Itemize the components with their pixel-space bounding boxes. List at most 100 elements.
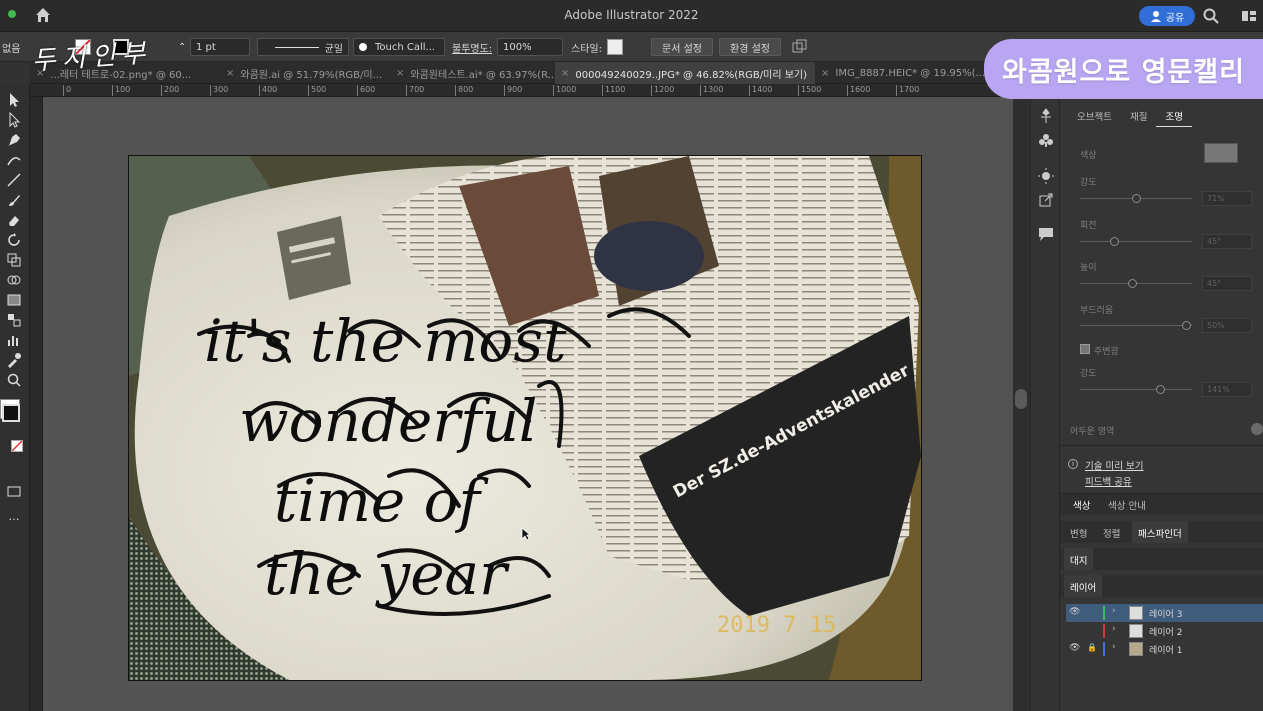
visibility-eye-icon[interactable]: 👁 [1069,643,1080,653]
graphic-style-swatch[interactable] [607,39,623,55]
rotate-tool-icon[interactable] [5,232,23,248]
dark-area-label[interactable]: 어두운 영역 [1070,424,1114,437]
intensity-slider[interactable] [1080,194,1192,203]
selection-tool-icon[interactable] [5,92,23,108]
tab-color[interactable]: 색상 [1073,498,1090,512]
slider-knob[interactable] [1156,385,1165,394]
eraser-tool-icon[interactable] [5,212,23,228]
expand-chevron-icon[interactable]: › [1112,606,1116,616]
opacity-field[interactable]: 100% [497,38,563,56]
ambient-intensity-value[interactable]: 141% [1202,382,1252,397]
sun-icon[interactable] [1037,167,1055,185]
eyedropper-tool-icon[interactable] [5,352,23,368]
ruler-tick-label: 1700 [896,85,919,96]
tab-document-5[interactable]: × IMG_8887.HEIC* @ 19.95%(... [815,62,1000,84]
curvature-tool-icon[interactable] [5,152,23,168]
close-tab-icon[interactable]: × [226,68,234,79]
vertical-ruler[interactable] [30,97,43,711]
dark-area-toggle[interactable] [1251,423,1263,435]
artboard[interactable]: Der SZ.de-Adventskalender it's the most … [129,156,921,680]
screen-mode-icon[interactable] [5,484,23,500]
height-value[interactable]: 45° [1202,276,1252,291]
tab-document-4[interactable]: × 000049240029..JPG* @ 46.82%(RGB/미리 보기) [555,62,815,84]
comment-icon[interactable] [1037,225,1055,243]
ambient-checkbox[interactable] [1080,344,1090,354]
tech-preview-link[interactable]: 기술 미리 보기 [1085,458,1143,472]
slider-knob[interactable] [1182,321,1191,330]
export-icon[interactable] [1037,191,1055,209]
style-label: 스타일: [571,43,602,55]
slider-knob[interactable] [1128,279,1137,288]
tab-lighting[interactable]: 조명 [1156,107,1192,127]
slider-knob[interactable] [1132,194,1141,203]
lock-icon[interactable]: 🔒 [1087,643,1097,652]
close-tab-icon[interactable]: × [396,68,404,79]
none-color-icon[interactable] [11,440,23,452]
scale-tool-icon[interactable] [5,252,23,268]
opacity-label[interactable]: 불투명도: [452,38,492,56]
close-tab-icon[interactable]: × [821,68,829,79]
tab-pathfinder[interactable]: 패스파인더 [1132,521,1188,543]
tab-document-2[interactable]: × 와콤원.ai @ 51.79%(RGB/미... [220,62,390,84]
ruler-tick-label: 1200 [651,85,674,96]
pen-tool-icon[interactable] [5,132,23,148]
arrange-icon[interactable] [792,39,808,55]
close-tab-icon[interactable]: × [561,68,569,79]
shape-builder-tool-icon[interactable] [5,272,23,288]
softness-slider[interactable] [1080,321,1192,330]
zoom-tool-icon[interactable] [5,372,23,388]
scroll-thumb[interactable] [1015,389,1027,409]
club-symbol-icon[interactable] [1037,131,1055,149]
share-button[interactable]: 공유 [1139,6,1195,26]
softness-value[interactable]: 50% [1202,318,1252,333]
brush-tool-icon[interactable] [5,192,23,208]
horizontal-ruler[interactable]: 0 100 200 300 400 500 600 700 800 900 1000 1100 1200… [30,84,1020,97]
layer-row-2[interactable]: › 레이어 2 [1066,622,1263,640]
preferences-button[interactable]: 환경 설정 [719,38,781,56]
tab-material[interactable]: 재질 [1121,107,1156,127]
tab-artboards[interactable]: 대지 [1064,548,1094,570]
tab-layers[interactable]: 레이어 [1064,575,1103,597]
vertical-scrollbar[interactable] [1013,97,1030,711]
variable-width-profile[interactable]: 균일 [257,38,349,56]
direct-selection-tool-icon[interactable] [5,112,23,128]
slider-knob[interactable] [1110,237,1119,246]
blend-tool-icon[interactable] [5,312,23,328]
rotation-value[interactable]: 45° [1202,234,1252,249]
tab-label: 000049240029..JPG* @ 46.82%(RGB/미리 보기) [575,69,808,81]
layer-row-1[interactable]: 👁 🔒 › 레이어 1 [1066,640,1263,658]
expand-chevron-icon[interactable]: › [1112,642,1116,652]
brush-definition[interactable]: Touch Call... [353,38,445,56]
tab-object[interactable]: 오브젝트 [1068,107,1121,127]
illustrator-window: Adobe Illustrator 2022 공유 없음 ⌃ 1 pt 균일 T… [0,0,1263,711]
tab-transform[interactable]: 변형 [1070,526,1087,540]
tab-color-guide[interactable]: 색상 안내 [1108,498,1146,512]
puppet-icon[interactable] [1037,107,1055,125]
search-icon[interactable] [1202,7,1220,25]
document-setup-button[interactable]: 문서 설정 [651,38,713,56]
layer-name[interactable]: 레이어 1 [1149,643,1182,656]
graph-tool-icon[interactable] [5,332,23,348]
light-color-swatch[interactable] [1204,143,1238,163]
tab-align[interactable]: 정렬 [1103,526,1120,540]
visibility-eye-icon[interactable]: 👁 [1069,607,1080,617]
ambient-intensity-slider[interactable] [1080,385,1192,394]
expand-chevron-icon[interactable]: › [1112,624,1116,634]
ruler-tick-label: 700 [406,85,424,96]
stroke-color-box[interactable] [2,404,20,422]
intensity-value[interactable]: 71% [1202,191,1252,206]
layer-name[interactable]: 레이어 2 [1149,625,1182,638]
layer-name[interactable]: 레이어 3 [1149,607,1182,620]
rotation-slider[interactable] [1080,237,1192,246]
tab-document-3[interactable]: × 와콤원테스트.ai* @ 63.97%(R... [390,62,555,84]
line-tool-icon[interactable] [5,172,23,188]
gradient-tool-icon[interactable] [5,292,23,308]
workspace-icon[interactable] [1240,7,1258,25]
brush-dot-icon [359,43,367,51]
feedback-link[interactable]: 피드백 공유 [1085,474,1132,488]
more-tools-icon[interactable]: … [5,508,23,524]
selection-state: 없음 [2,43,21,55]
intensity-label: 강도 [1080,178,1097,188]
height-slider[interactable] [1080,279,1192,288]
layer-row-3[interactable]: 👁 › 레이어 3 [1066,604,1263,622]
